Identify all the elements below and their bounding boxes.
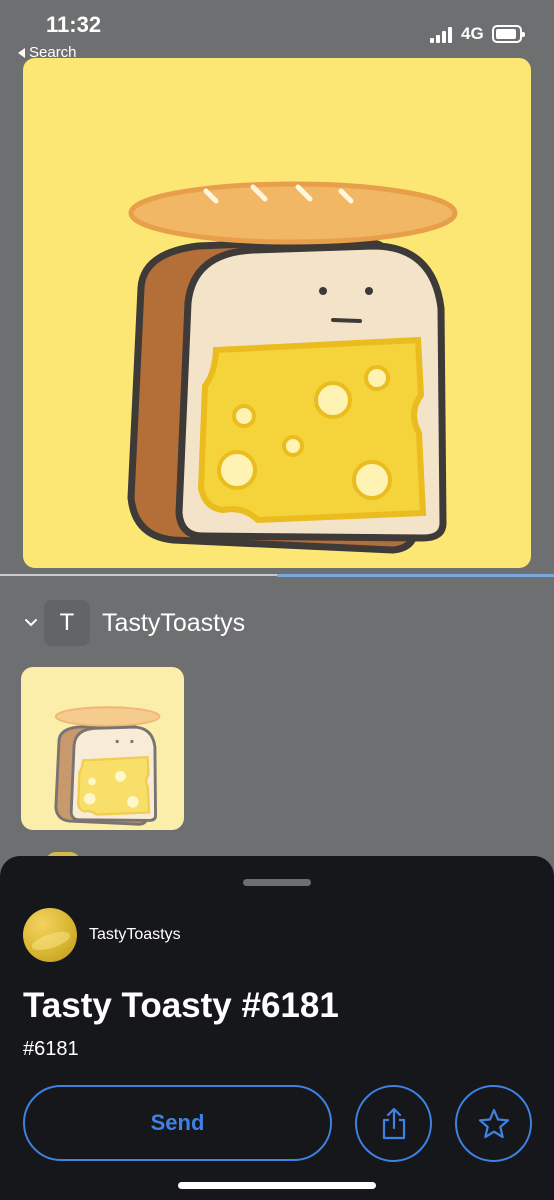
sheet-grabber[interactable] — [243, 879, 311, 886]
signal-strength-icon — [430, 27, 456, 43]
toast-thumbnail-icon — [54, 706, 161, 826]
chevron-down-icon[interactable] — [20, 612, 42, 634]
status-bar: 11:32 Search 4G — [0, 0, 554, 61]
status-time: 11:32 — [46, 12, 102, 37]
creator-name: TastyToastys — [89, 926, 181, 943]
toast-illustration — [127, 181, 458, 554]
home-indicator — [178, 1182, 376, 1189]
share-button[interactable] — [355, 1085, 432, 1162]
nft-token-id: #6181 — [23, 1038, 79, 1060]
share-icon — [382, 1107, 405, 1139]
collection-item-thumbnail[interactable] — [21, 667, 184, 830]
creator-row[interactable]: TastyToastys — [23, 908, 181, 962]
collection-avatar: T — [44, 600, 90, 646]
carousel-scroll-thumb — [277, 574, 554, 577]
send-button[interactable]: Send — [23, 1085, 332, 1161]
collection-name: TastyToastys — [102, 608, 246, 637]
back-arrow-icon — [18, 47, 25, 58]
creator-avatar — [23, 908, 77, 962]
star-icon — [478, 1108, 509, 1138]
collection-header[interactable]: T TastyToastys — [20, 600, 245, 646]
nft-title: Tasty Toasty #6181 — [23, 986, 339, 1025]
favorite-button[interactable] — [455, 1085, 532, 1162]
battery-icon — [492, 25, 525, 43]
network-type: 4G — [461, 24, 484, 43]
nft-details-sheet: TastyToastys Tasty Toasty #6181 #6181 Se… — [0, 856, 554, 1200]
nft-image[interactable] — [23, 58, 531, 568]
carousel-scroll-indicator — [0, 574, 554, 577]
